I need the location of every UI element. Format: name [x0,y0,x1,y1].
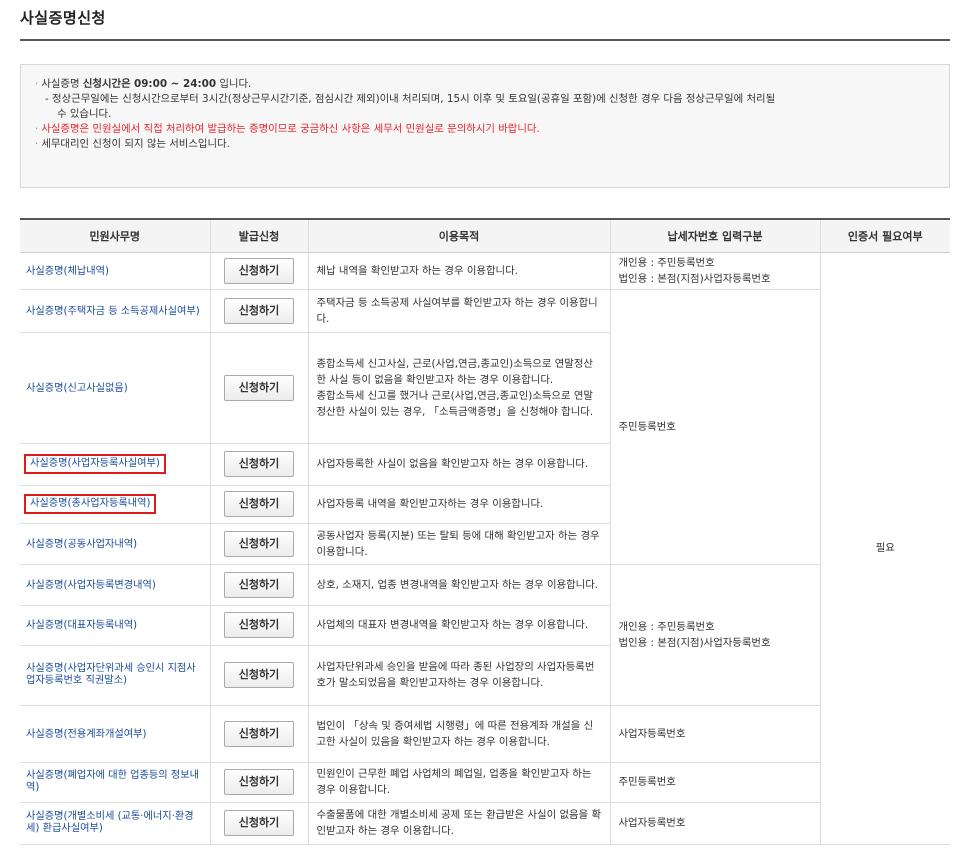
purpose-text: 수출물품에 대한 개별소비세 공제 또는 환급받은 사실이 없음을 확인받고자 … [307,802,610,845]
purpose-text: 주택자금 등 소득공제 사실여부를 확인받고자 하는 경우 이용합니다. [307,289,610,333]
service-link[interactable]: 사실증명(개별소비세 (교통·에너지·환경세) 환급사실여부) [26,811,204,835]
service-link[interactable]: 사실증명(주택자금 등 소득공제사실여부) [26,306,200,318]
service-link-highlighted[interactable]: 사실증명(사업자등록사실여부) [24,454,166,474]
apply-button[interactable]: 신청하기 [224,769,294,795]
service-link[interactable]: 사실증명(사업자등록변경내역) [26,580,156,592]
bullet-icon: · [35,123,39,135]
service-link[interactable]: 사실증명(대표자등록내역) [26,620,137,632]
taxpayer-id-type: 개인용 : 주민등록번호 법인용 : 본점(지점)사업자등록번호 [609,252,820,290]
apply-button[interactable]: 신청하기 [224,720,294,747]
table-row: 사실증명(전용계좌개설여부) 신청하기 법인이 「상속 및 증여세법 시행령」에… [20,705,950,763]
apply-button[interactable]: 신청하기 [224,491,294,517]
service-link[interactable]: 사실증명(전용계좌개설여부) [26,729,146,741]
apply-button[interactable]: 신청하기 [224,374,294,401]
notice-hours: · 사실증명 신청시간은 09:00 ~ 24:00 입니다. [35,78,252,90]
service-link[interactable]: 사실증명(사업자단위과세 승인시 지점사업자등록번호 직권말소) [26,663,204,687]
table-row: 사실증명(개별소비세 (교통·에너지·환경세) 환급사실여부) 신청하기 수출물… [20,802,950,845]
service-link[interactable]: 사실증명(체납내역) [26,266,109,278]
notice-agent: · 세무대리인 신청이 되지 않는 서비스입니다. [35,138,230,150]
header-purpose: 이용목적 [307,218,610,253]
purpose-text: 공동사업자 등록(지분) 또는 탈퇴 등에 대해 확인받고자 하는 경우 이용합… [307,523,610,565]
service-link[interactable]: 사실증명(폐업자에 대한 업종등의 정보내역) [26,770,204,794]
page-title: 사실증명신청 [20,9,106,27]
taxpayer-id-type: 사업자등록번호 [609,802,820,845]
taxpayer-id-type: 주민등록번호 [609,289,820,565]
purpose-text: 종합소득세 신고사실, 근로(사업,연금,종교인)소득으로 연말정산한 사실 등… [307,332,610,444]
cert-required-value: 필요 [819,252,950,845]
header-cert-required: 인증서 필요여부 [819,218,950,253]
bullet-icon: · [35,138,39,150]
service-link[interactable]: 사실증명(신고사실없음) [26,383,128,395]
taxpayer-id-type: 주민등록번호 [609,762,820,803]
purpose-text: 사업체의 대표자 변경내역을 확인받고자 하는 경우 이용합니다. [307,605,610,646]
purpose-text: 체납 내역을 확인받고자 하는 경우 이용합니다. [307,252,610,290]
apply-button[interactable]: 신청하기 [224,810,294,836]
header-service-name: 민원사무명 [20,218,210,253]
table-row: 사실증명(주택자금 등 소득공제사실여부) 신청하기 주택자금 등 소득공제 사… [20,289,950,565]
page: 사실증명신청 · 사실증명 신청시간은 09:00 ~ 24:00 입니다. - … [0,0,966,850]
service-link-highlighted[interactable]: 사실증명(총사업자등록내역) [24,494,157,514]
taxpayer-id-type: 개인용 : 주민등록번호 법인용 : 본점(지점)사업자등록번호 [609,564,820,706]
notice-processing-cont: 수 있습니다. [57,108,112,120]
notice-warning: · 사실증명은 민원실에서 직접 처리하여 발급하는 증명이므로 궁금하신 사항은… [35,123,540,135]
apply-button[interactable]: 신청하기 [224,451,294,477]
purpose-text: 상호, 소재지, 업종 변경내역을 확인받고자 하는 경우 이용합니다. [307,564,610,606]
purpose-text: 사업자등록 내역을 확인받고자하는 경우 이용합니다. [307,485,610,524]
table-row: 사실증명(폐업자에 대한 업종등의 정보내역) 신청하기 민원인이 근무한 폐업… [20,762,950,803]
bullet-icon: · [35,78,39,90]
apply-button[interactable]: 신청하기 [224,297,294,324]
notice-box: · 사실증명 신청시간은 09:00 ~ 24:00 입니다. - 정상근무일에는… [20,64,950,188]
apply-button[interactable]: 신청하기 [224,257,294,284]
apply-button[interactable]: 신청하기 [224,662,294,688]
taxpayer-id-type: 사업자등록번호 [609,705,820,763]
apply-button[interactable]: 신청하기 [224,571,294,598]
service-link[interactable]: 사실증명(공동사업자내역) [26,539,137,551]
apply-button[interactable]: 신청하기 [224,530,294,557]
purpose-text: 법인이 「상속 및 증여세법 시행령」에 따른 전용계좌 개설을 신고한 사실이… [307,705,610,763]
header-apply: 발급신청 [209,218,308,253]
purpose-text: 사업자단위과세 승인을 받음에 따라 종된 사업장의 사업자등록번호가 말소되었… [307,645,610,706]
table-row: 사실증명(사업자등록변경내역) 신청하기 상호, 소재지, 업종 변경내역을 확… [20,564,950,706]
apply-button[interactable]: 신청하기 [224,612,294,638]
purpose-text: 사업자등록한 사실이 없음을 확인받고자 하는 경우 이용합니다. [307,443,610,486]
purpose-text: 민원인이 근무한 폐업 사업체의 폐업일, 업종을 확인받고자 하는 경우 이용… [307,762,610,803]
table-header-row: 민원사무명 발급신청 이용목적 납세자번호 입력구분 인증서 필요여부 [20,218,950,253]
header-taxpayer-id-type: 납세자번호 입력구분 [609,218,820,253]
title-divider [20,39,950,41]
notice-processing: - 정상근무일에는 신청시간으로부터 3시간(정상근무시간기준, 점심시간 제외… [45,93,776,105]
table-row: 사실증명(체납내역) 신청하기 체납 내역을 확인받고자 하는 경우 이용합니다… [20,252,950,845]
certificate-table: 민원사무명 발급신청 이용목적 납세자번호 입력구분 인증서 필요여부 사실증명… [20,218,950,845]
